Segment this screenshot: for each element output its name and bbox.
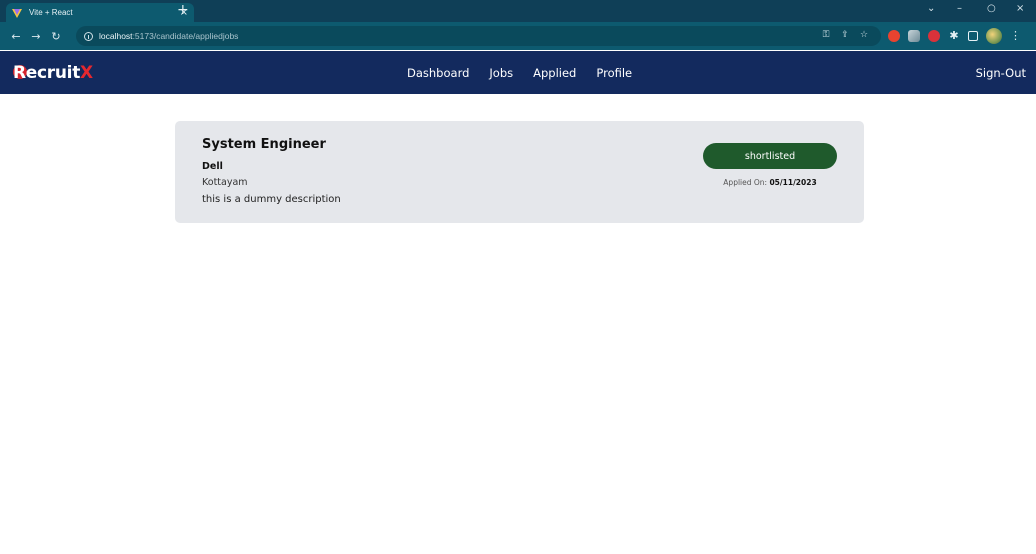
url-text[interactable]: localhost:5173/candidate/appliedjobs [99, 31, 238, 41]
password-key-icon[interactable]: ⚿ [821, 30, 831, 40]
maximize-button[interactable]: ○ [987, 3, 996, 14]
job-location: Kottayam [202, 177, 248, 188]
close-window-button[interactable]: × [1016, 3, 1024, 14]
recruitx-logo[interactable]: RecruitX [13, 62, 93, 84]
nav-link-applied[interactable]: Applied [533, 66, 576, 80]
nav-link-profile[interactable]: Profile [596, 66, 632, 80]
browser-tab[interactable]: Vite + React × [6, 3, 194, 22]
profile-avatar[interactable] [986, 28, 1002, 44]
app-navbar: RecruitX Dashboard Jobs Applied Profile … [0, 51, 1036, 94]
extension-icon[interactable] [908, 30, 920, 42]
url-host: localhost [99, 31, 133, 41]
vite-logo-icon [12, 8, 22, 18]
url-path: :5173/candidate/appliedjobs [132, 31, 239, 41]
extension-icon[interactable] [928, 30, 940, 42]
nav-link-dashboard[interactable]: Dashboard [407, 66, 469, 80]
new-tab-button[interactable]: + [177, 2, 189, 18]
extensions-puzzle-icon[interactable]: ✱ [948, 30, 960, 42]
share-icon[interactable]: ⇪ [840, 30, 850, 40]
job-title: System Engineer [202, 137, 326, 152]
tab-title: Vite + React [29, 8, 73, 17]
nav-link-jobs[interactable]: Jobs [489, 66, 513, 80]
forward-button[interactable]: → [26, 30, 46, 43]
job-description: this is a dummy description [202, 194, 341, 205]
tab-search-icon[interactable]: ⌄ [927, 3, 935, 14]
minimize-button[interactable]: – [957, 3, 962, 14]
applied-on-label: Applied On: [723, 178, 770, 187]
browser-menu-icon[interactable]: ⋮ [1010, 30, 1021, 42]
job-company: Dell [202, 161, 223, 172]
back-button[interactable]: ← [6, 30, 26, 43]
site-info-icon[interactable] [84, 31, 93, 41]
status-badge: shortlisted [703, 143, 837, 169]
reload-button[interactable]: ↻ [46, 30, 66, 43]
logo-main: Recruit [13, 63, 81, 83]
applied-on: Applied On: 05/11/2023 [703, 178, 837, 187]
applied-job-card: System Engineer Dell Kottayam this is a … [175, 121, 864, 223]
logo-text: RecruitX [13, 63, 93, 83]
browser-tabstrip: Vite + React × + ⌄ – ○ × [0, 0, 1036, 22]
bookmark-star-icon[interactable]: ☆ [859, 30, 869, 40]
address-bar[interactable]: localhost:5173/candidate/appliedjobs ⚿ ⇪… [76, 26, 881, 46]
signout-link[interactable]: Sign-Out [976, 66, 1026, 80]
applied-date: 05/11/2023 [769, 178, 817, 187]
extensions-bar: ✱ ⋮ [888, 28, 1021, 44]
omnibox-actions: ⚿ ⇪ ☆ [821, 30, 869, 40]
side-panel-icon[interactable] [968, 31, 978, 41]
logo-accent: X [80, 63, 93, 83]
nav-links: Dashboard Jobs Applied Profile [407, 66, 652, 80]
extension-icon[interactable] [888, 30, 900, 42]
